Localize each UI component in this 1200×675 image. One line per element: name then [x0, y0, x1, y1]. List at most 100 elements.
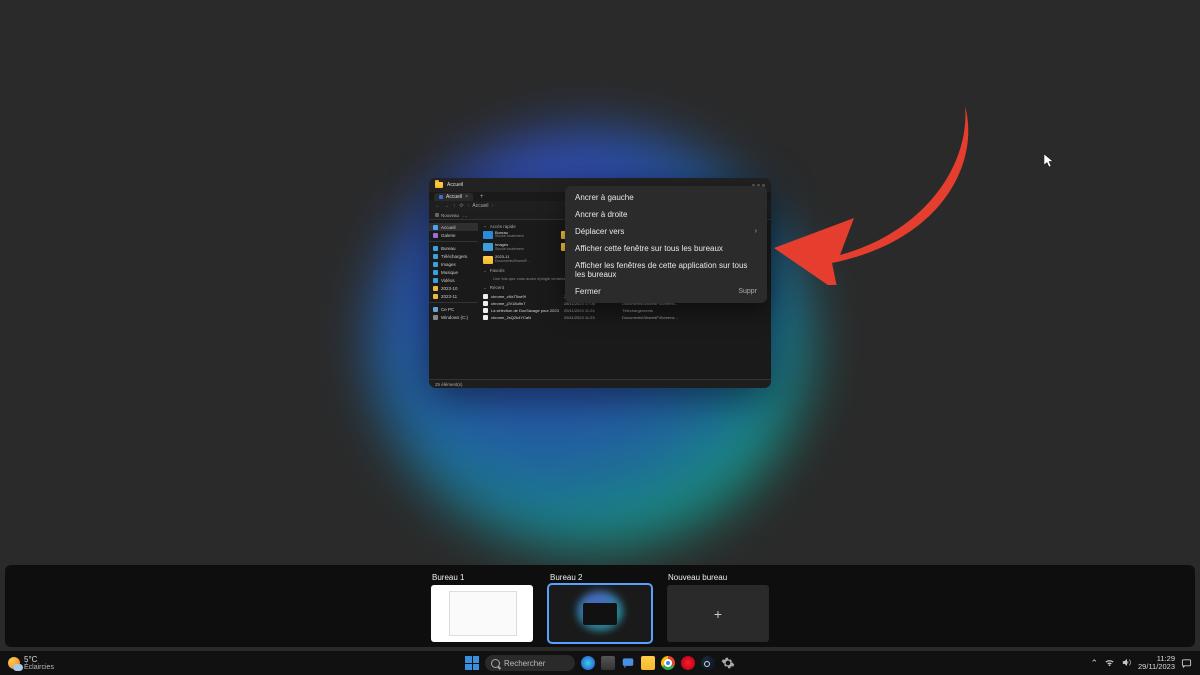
section-title: Favoris	[490, 268, 505, 273]
sidebar-icon	[433, 286, 438, 291]
sidebar-icon	[433, 233, 438, 238]
refresh-button[interactable]: ⟳	[460, 203, 464, 209]
sidebar-label: Ce PC	[441, 307, 454, 312]
caret-icon: ⌄	[483, 285, 487, 291]
file-explorer-icon[interactable]	[641, 656, 655, 670]
file-location: Documents\SharedF\Screens…	[622, 315, 766, 320]
up-button[interactable]: ↑	[453, 203, 456, 209]
sidebar-label: Vidéos	[441, 278, 455, 283]
desktop-thumbnail-active[interactable]	[549, 585, 651, 642]
sidebar-item[interactable]: Images	[429, 260, 478, 268]
recent-item[interactable]: La sélection de DocSavage pour 202329/11…	[483, 307, 766, 314]
system-tray[interactable]: ⌃ 11:29 29/11/2023	[1090, 655, 1192, 671]
file-icon	[483, 315, 488, 320]
virtual-desktops-bar[interactable]: Bureau 1 Bureau 2 Nouveau bureau +	[5, 565, 1195, 647]
notifications-icon[interactable]	[1181, 658, 1192, 669]
sidebar-icon	[433, 246, 438, 251]
caret-icon: ⌄	[483, 223, 487, 229]
file-icon	[483, 301, 488, 306]
file-icon	[483, 308, 488, 313]
menu-hint: ›	[755, 228, 757, 235]
tab-label: Accueil	[446, 194, 462, 200]
tab-close-icon[interactable]: ×	[465, 194, 468, 200]
settings-icon[interactable]	[721, 656, 735, 670]
context-menu-item[interactable]: Afficher les fenêtres de cette applicati…	[565, 257, 767, 283]
sidebar-item[interactable]: Musique	[429, 268, 478, 276]
start-button[interactable]	[465, 656, 479, 670]
sidebar-label: Accueil	[441, 225, 456, 230]
search-icon	[491, 659, 500, 668]
back-button[interactable]: ←	[435, 203, 440, 209]
sidebar-item[interactable]: 2023-10	[429, 284, 478, 292]
sidebar-label: Musique	[441, 270, 458, 275]
sidebar-label: 2023-11	[441, 294, 457, 299]
folder-icon	[483, 231, 493, 239]
sidebar-icon	[433, 270, 438, 275]
desktop-slot-1[interactable]: Bureau 1	[431, 573, 533, 642]
desktop-slot-2[interactable]: Bureau 2	[549, 573, 651, 642]
sidebar-item[interactable]: Windows (C:)	[429, 313, 478, 321]
section-title: Récent	[490, 285, 504, 290]
file-date: 29/11/2023 11:23	[564, 315, 619, 320]
sidebar-icon	[433, 315, 438, 320]
item-sub: Stocké localement	[495, 235, 524, 239]
quick-access-item[interactable]: ImagesStocké localement	[483, 243, 558, 251]
task-view-icon[interactable]	[601, 656, 615, 670]
weather-widget[interactable]: 5°C Éclaircies	[8, 656, 128, 671]
file-date: 29/11/2023 11:24	[564, 308, 619, 313]
path-segment[interactable]: Accueil	[472, 203, 488, 209]
file-name: chrome_2sQ2k4YCaN	[491, 315, 561, 320]
menu-label: Afficher cette fenêtre sur tous les bure…	[575, 244, 723, 253]
tray-overflow-icon[interactable]: ⌃	[1090, 658, 1098, 669]
context-menu-item[interactable]: FermerSuppr	[565, 283, 767, 300]
context-menu-item[interactable]: Ancrer à droite	[565, 206, 767, 223]
explorer-tab[interactable]: Accueil ×	[434, 193, 473, 201]
steam-icon[interactable]	[701, 656, 715, 670]
sidebar-item[interactable]: Bureau	[429, 244, 478, 252]
desktop-thumbnail[interactable]	[431, 585, 533, 642]
plus-icon	[435, 213, 439, 217]
mouse-cursor	[1044, 154, 1054, 168]
volume-icon[interactable]	[1121, 657, 1132, 670]
wifi-icon[interactable]	[1104, 657, 1115, 670]
window-context-menu[interactable]: Ancrer à gaucheAncrer à droiteDéplacer v…	[565, 186, 767, 303]
sidebar-item[interactable]: Ce PC	[429, 305, 478, 313]
search-placeholder: Rechercher	[504, 659, 545, 668]
sidebar-item[interactable]: Galerie	[429, 231, 478, 239]
weather-condition: Éclaircies	[24, 664, 54, 671]
desktop-label: Bureau 1	[431, 573, 533, 582]
sidebar-item[interactable]: Vidéos	[429, 276, 478, 284]
quick-access-item[interactable]: 2023-11Documents\SharedF…	[483, 255, 558, 263]
context-menu-item[interactable]: Afficher cette fenêtre sur tous les bure…	[565, 240, 767, 257]
sidebar-item[interactable]: Téléchargem.	[429, 252, 478, 260]
context-menu-item[interactable]: Ancrer à gauche	[565, 189, 767, 206]
new-desktop-button[interactable]: +	[667, 585, 769, 642]
context-menu-item[interactable]: Déplacer vers›	[565, 223, 767, 240]
desktop-slot-new[interactable]: Nouveau bureau +	[667, 573, 769, 642]
taskbar-search[interactable]: Rechercher	[485, 655, 575, 671]
item-sub: Stocké localement	[495, 248, 524, 252]
sidebar-item[interactable]: 2023-11	[429, 292, 478, 300]
caret-icon: ⌄	[483, 268, 487, 274]
sidebar-label: Windows (C:)	[441, 315, 468, 320]
opera-icon[interactable]	[681, 656, 695, 670]
new-tab-button[interactable]: +	[477, 194, 487, 200]
forward-button[interactable]: →	[444, 203, 449, 209]
sidebar-item[interactable]: Accueil	[429, 223, 478, 231]
taskbar-clock[interactable]: 11:29 29/11/2023	[1138, 655, 1175, 671]
folder-icon	[435, 182, 443, 188]
explorer-sidebar: AccueilGalerie BureauTéléchargem.Images M…	[429, 220, 478, 379]
chevron-icon: ›	[468, 203, 470, 209]
file-name: chrome_cNxT5xe9f	[491, 294, 561, 299]
taskbar[interactable]: 5°C Éclaircies Rechercher ⌃ 11:29	[0, 651, 1200, 675]
recent-item[interactable]: chrome_2sQ2k4YCaN29/11/2023 11:23Documen…	[483, 314, 766, 321]
copilot-icon[interactable]	[581, 656, 595, 670]
new-button[interactable]: Nouveau	[435, 213, 459, 218]
sidebar-icon	[433, 254, 438, 259]
toolbar-overflow[interactable]: …	[463, 213, 468, 218]
chat-icon[interactable]	[621, 656, 635, 670]
quick-access-item[interactable]: BureauStocké localement	[483, 231, 558, 239]
plus-icon: +	[714, 606, 722, 622]
sidebar-label: 2023-10	[441, 286, 458, 291]
chrome-icon[interactable]	[661, 656, 675, 670]
